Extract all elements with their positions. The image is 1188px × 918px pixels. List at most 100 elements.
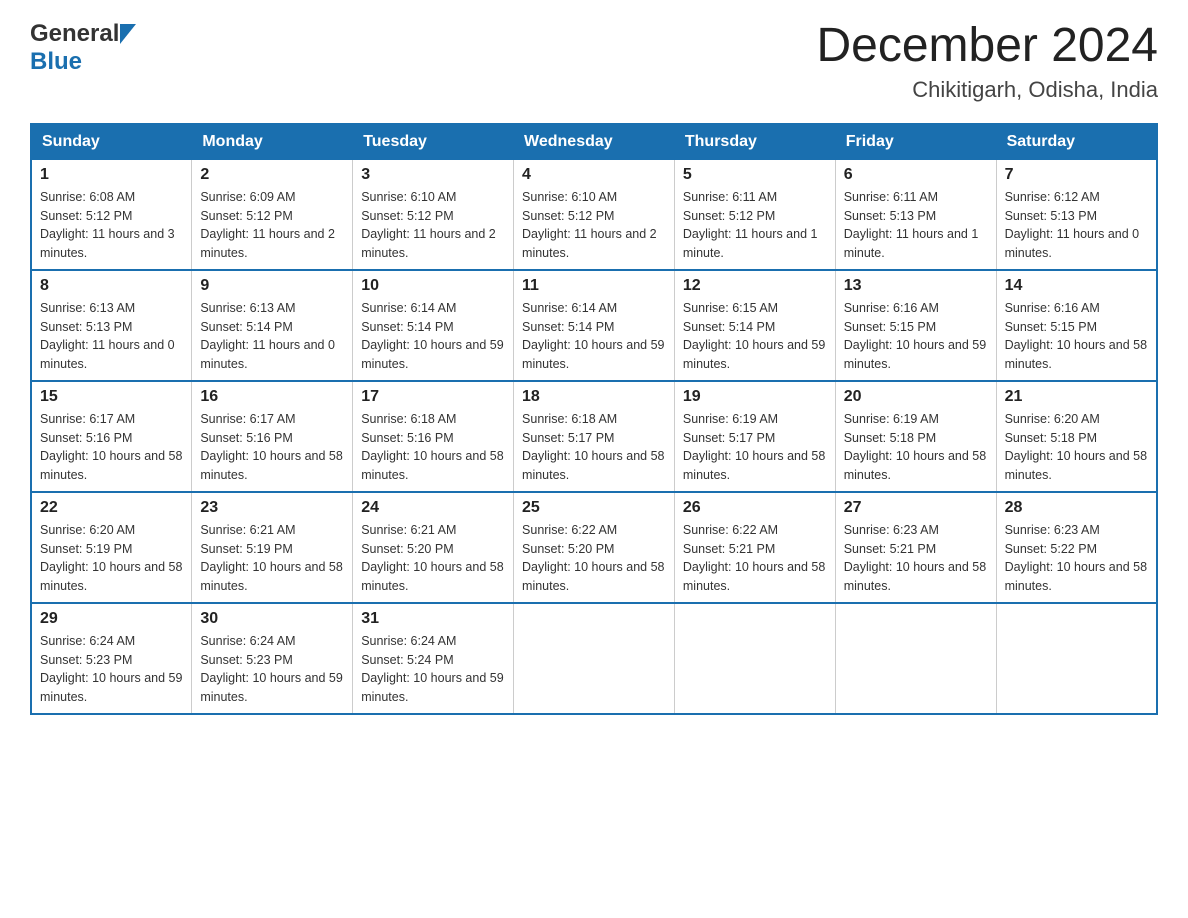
day-number: 22 <box>40 499 183 517</box>
day-number: 31 <box>361 610 505 628</box>
day-info: Sunrise: 6:10 AMSunset: 5:12 PMDaylight:… <box>522 188 666 263</box>
day-number: 23 <box>200 499 344 517</box>
day-info: Sunrise: 6:22 AMSunset: 5:21 PMDaylight:… <box>683 521 827 596</box>
calendar-cell: 13 Sunrise: 6:16 AMSunset: 5:15 PMDaylig… <box>835 270 996 381</box>
day-number: 9 <box>200 277 344 295</box>
calendar-cell: 3 Sunrise: 6:10 AMSunset: 5:12 PMDayligh… <box>353 159 514 270</box>
day-info: Sunrise: 6:17 AMSunset: 5:16 PMDaylight:… <box>40 410 183 485</box>
day-info: Sunrise: 6:16 AMSunset: 5:15 PMDaylight:… <box>1005 299 1148 374</box>
day-number: 13 <box>844 277 988 295</box>
calendar-cell: 4 Sunrise: 6:10 AMSunset: 5:12 PMDayligh… <box>514 159 675 270</box>
day-info: Sunrise: 6:16 AMSunset: 5:15 PMDaylight:… <box>844 299 988 374</box>
calendar-cell: 9 Sunrise: 6:13 AMSunset: 5:14 PMDayligh… <box>192 270 353 381</box>
calendar-week-row: 22 Sunrise: 6:20 AMSunset: 5:19 PMDaylig… <box>31 492 1157 603</box>
day-number: 10 <box>361 277 505 295</box>
day-info: Sunrise: 6:19 AMSunset: 5:17 PMDaylight:… <box>683 410 827 485</box>
day-info: Sunrise: 6:18 AMSunset: 5:17 PMDaylight:… <box>522 410 666 485</box>
day-number: 1 <box>40 166 183 184</box>
day-number: 21 <box>1005 388 1148 406</box>
day-number: 25 <box>522 499 666 517</box>
calendar-cell: 14 Sunrise: 6:16 AMSunset: 5:15 PMDaylig… <box>996 270 1157 381</box>
day-info: Sunrise: 6:18 AMSunset: 5:16 PMDaylight:… <box>361 410 505 485</box>
day-number: 24 <box>361 499 505 517</box>
day-info: Sunrise: 6:22 AMSunset: 5:20 PMDaylight:… <box>522 521 666 596</box>
calendar-cell: 29 Sunrise: 6:24 AMSunset: 5:23 PMDaylig… <box>31 603 192 714</box>
calendar-cell <box>674 603 835 714</box>
calendar-cell: 31 Sunrise: 6:24 AMSunset: 5:24 PMDaylig… <box>353 603 514 714</box>
logo-blue-text: Blue <box>30 48 82 75</box>
calendar-cell: 6 Sunrise: 6:11 AMSunset: 5:13 PMDayligh… <box>835 159 996 270</box>
col-saturday: Saturday <box>996 124 1157 160</box>
day-number: 15 <box>40 388 183 406</box>
day-number: 18 <box>522 388 666 406</box>
day-info: Sunrise: 6:09 AMSunset: 5:12 PMDaylight:… <box>200 188 344 263</box>
day-info: Sunrise: 6:15 AMSunset: 5:14 PMDaylight:… <box>683 299 827 374</box>
calendar-cell <box>835 603 996 714</box>
calendar-cell: 16 Sunrise: 6:17 AMSunset: 5:16 PMDaylig… <box>192 381 353 492</box>
calendar-week-row: 1 Sunrise: 6:08 AMSunset: 5:12 PMDayligh… <box>31 159 1157 270</box>
calendar-cell: 19 Sunrise: 6:19 AMSunset: 5:17 PMDaylig… <box>674 381 835 492</box>
day-number: 12 <box>683 277 827 295</box>
day-info: Sunrise: 6:20 AMSunset: 5:19 PMDaylight:… <box>40 521 183 596</box>
calendar-cell: 26 Sunrise: 6:22 AMSunset: 5:21 PMDaylig… <box>674 492 835 603</box>
day-number: 20 <box>844 388 988 406</box>
calendar-week-row: 15 Sunrise: 6:17 AMSunset: 5:16 PMDaylig… <box>31 381 1157 492</box>
logo-general-text: General <box>30 20 119 48</box>
day-number: 11 <box>522 277 666 295</box>
day-number: 14 <box>1005 277 1148 295</box>
day-number: 4 <box>522 166 666 184</box>
day-info: Sunrise: 6:08 AMSunset: 5:12 PMDaylight:… <box>40 188 183 263</box>
calendar-header-row: Sunday Monday Tuesday Wednesday Thursday… <box>31 124 1157 160</box>
calendar-week-row: 8 Sunrise: 6:13 AMSunset: 5:13 PMDayligh… <box>31 270 1157 381</box>
day-info: Sunrise: 6:24 AMSunset: 5:23 PMDaylight:… <box>40 632 183 707</box>
day-number: 5 <box>683 166 827 184</box>
day-info: Sunrise: 6:11 AMSunset: 5:12 PMDaylight:… <box>683 188 827 263</box>
col-tuesday: Tuesday <box>353 124 514 160</box>
day-number: 29 <box>40 610 183 628</box>
day-info: Sunrise: 6:23 AMSunset: 5:21 PMDaylight:… <box>844 521 988 596</box>
calendar-cell: 17 Sunrise: 6:18 AMSunset: 5:16 PMDaylig… <box>353 381 514 492</box>
calendar-cell: 12 Sunrise: 6:15 AMSunset: 5:14 PMDaylig… <box>674 270 835 381</box>
day-info: Sunrise: 6:14 AMSunset: 5:14 PMDaylight:… <box>361 299 505 374</box>
location-subtitle: Chikitigarh, Odisha, India <box>816 77 1158 103</box>
day-number: 3 <box>361 166 505 184</box>
day-number: 28 <box>1005 499 1148 517</box>
calendar-cell: 18 Sunrise: 6:18 AMSunset: 5:17 PMDaylig… <box>514 381 675 492</box>
day-number: 27 <box>844 499 988 517</box>
day-info: Sunrise: 6:10 AMSunset: 5:12 PMDaylight:… <box>361 188 505 263</box>
day-number: 19 <box>683 388 827 406</box>
day-info: Sunrise: 6:13 AMSunset: 5:14 PMDaylight:… <box>200 299 344 374</box>
day-info: Sunrise: 6:12 AMSunset: 5:13 PMDaylight:… <box>1005 188 1148 263</box>
calendar-cell: 28 Sunrise: 6:23 AMSunset: 5:22 PMDaylig… <box>996 492 1157 603</box>
day-info: Sunrise: 6:20 AMSunset: 5:18 PMDaylight:… <box>1005 410 1148 485</box>
day-info: Sunrise: 6:19 AMSunset: 5:18 PMDaylight:… <box>844 410 988 485</box>
day-number: 6 <box>844 166 988 184</box>
day-info: Sunrise: 6:14 AMSunset: 5:14 PMDaylight:… <box>522 299 666 374</box>
calendar-cell: 30 Sunrise: 6:24 AMSunset: 5:23 PMDaylig… <box>192 603 353 714</box>
col-friday: Friday <box>835 124 996 160</box>
day-info: Sunrise: 6:21 AMSunset: 5:19 PMDaylight:… <box>200 521 344 596</box>
col-sunday: Sunday <box>31 124 192 160</box>
calendar-cell: 11 Sunrise: 6:14 AMSunset: 5:14 PMDaylig… <box>514 270 675 381</box>
day-info: Sunrise: 6:13 AMSunset: 5:13 PMDaylight:… <box>40 299 183 374</box>
calendar-cell <box>996 603 1157 714</box>
calendar-cell: 5 Sunrise: 6:11 AMSunset: 5:12 PMDayligh… <box>674 159 835 270</box>
calendar-cell: 10 Sunrise: 6:14 AMSunset: 5:14 PMDaylig… <box>353 270 514 381</box>
logo: General Blue <box>30 20 137 76</box>
day-number: 26 <box>683 499 827 517</box>
calendar-cell: 2 Sunrise: 6:09 AMSunset: 5:12 PMDayligh… <box>192 159 353 270</box>
calendar-table: Sunday Monday Tuesday Wednesday Thursday… <box>30 123 1158 715</box>
calendar-week-row: 29 Sunrise: 6:24 AMSunset: 5:23 PMDaylig… <box>31 603 1157 714</box>
calendar-cell: 24 Sunrise: 6:21 AMSunset: 5:20 PMDaylig… <box>353 492 514 603</box>
day-number: 2 <box>200 166 344 184</box>
day-number: 8 <box>40 277 183 295</box>
calendar-cell: 1 Sunrise: 6:08 AMSunset: 5:12 PMDayligh… <box>31 159 192 270</box>
day-number: 17 <box>361 388 505 406</box>
calendar-cell: 23 Sunrise: 6:21 AMSunset: 5:19 PMDaylig… <box>192 492 353 603</box>
logo-arrow-icon <box>120 24 136 44</box>
month-title: December 2024 <box>816 20 1158 73</box>
day-info: Sunrise: 6:21 AMSunset: 5:20 PMDaylight:… <box>361 521 505 596</box>
page-header: General Blue December 2024 Chikitigarh, … <box>30 20 1158 103</box>
col-monday: Monday <box>192 124 353 160</box>
col-wednesday: Wednesday <box>514 124 675 160</box>
